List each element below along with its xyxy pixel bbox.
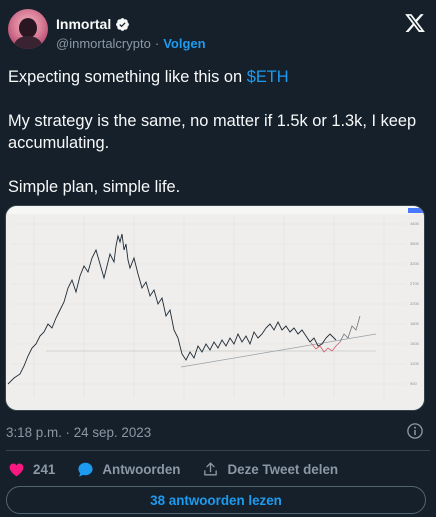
cashtag-link[interactable]: $ETH [247, 68, 289, 86]
info-icon[interactable] [406, 422, 424, 440]
like-button[interactable]: 241 [8, 461, 55, 478]
read-replies-button[interactable]: 38 antwoorden lezen [6, 486, 426, 514]
svg-text:2700: 2700 [410, 281, 420, 286]
tweet-text: Expecting something like this on $ETH My… [8, 66, 424, 220]
tweet-paragraph-2: My strategy is the same, no matter if 1.… [8, 112, 417, 152]
svg-text:3200: 3200 [410, 261, 420, 266]
separator: · [154, 36, 160, 51]
avatar[interactable] [8, 9, 48, 49]
action-bar: 241 Antwoorden Deze Tweet delen [8, 457, 360, 481]
svg-text:3800: 3800 [410, 241, 420, 246]
reply-label: Antwoorden [102, 461, 181, 477]
svg-text:1500: 1500 [410, 341, 420, 346]
tweet-paragraph-3: Simple plan, simple life. [8, 178, 181, 196]
svg-text:1200: 1200 [410, 361, 420, 366]
tweet-paragraph-1: Expecting something like this on $ETH [8, 66, 424, 88]
handle-row: @inmortalcrypto · Volgen [56, 36, 206, 51]
heart-icon [9, 463, 24, 476]
display-name[interactable]: Inmortal [56, 16, 111, 32]
price-chart-graphic: 4400 3800 3200 2700 2200 1800 1500 1200 900 [6, 206, 424, 410]
tweet-line-1-text: Expecting something like this on [8, 68, 247, 86]
verified-badge-icon [116, 17, 130, 31]
x-logo-icon[interactable] [404, 12, 426, 34]
svg-text:1800: 1800 [410, 321, 420, 326]
share-button[interactable]: Deze Tweet delen [202, 461, 338, 478]
divider [6, 450, 430, 451]
chart-image[interactable]: 4400 3800 3200 2700 2200 1800 1500 1200 900 [5, 205, 425, 411]
svg-text:900: 900 [410, 381, 417, 386]
svg-text:2200: 2200 [410, 301, 420, 306]
follow-button[interactable]: Volgen [163, 36, 205, 51]
share-icon [204, 461, 218, 475]
svg-text:4400: 4400 [410, 221, 420, 226]
handle[interactable]: @inmortalcrypto [56, 36, 151, 51]
share-label: Deze Tweet delen [227, 461, 339, 477]
tweet-card: Inmortal @inmortalcrypto · Volgen Expect… [0, 0, 436, 517]
tweet-timestamp[interactable]: 3:18 p.m. · 24 sep. 2023 [6, 425, 151, 440]
name-row: Inmortal [56, 16, 130, 32]
reply-bubble-icon [78, 462, 93, 477]
tweet-header: Inmortal @inmortalcrypto · Volgen [6, 8, 430, 56]
like-count: 241 [33, 461, 56, 477]
reply-button[interactable]: Antwoorden [77, 461, 180, 478]
